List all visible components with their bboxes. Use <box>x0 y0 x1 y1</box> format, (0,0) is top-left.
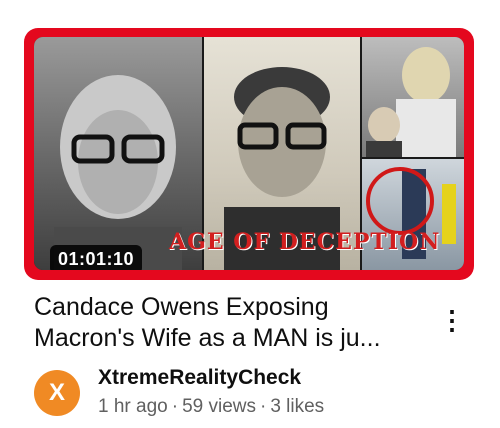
thumbnail-overlay-text: AGE OF DECEPTION <box>169 229 441 255</box>
channel-name[interactable]: XtremeRealityCheck <box>98 366 301 390</box>
like-count: 3 likes <box>270 396 325 417</box>
upload-age: 1 hr ago <box>98 396 168 417</box>
meta-separator: · <box>171 396 179 417</box>
video-metadata: 1 hr ago · 59 views · 3 likes <box>98 396 324 418</box>
view-count: 59 views <box>182 396 256 417</box>
thumbnail-image: AGE OF DECEPTION 01:01:10 <box>34 37 464 270</box>
meta-separator: · <box>259 396 267 417</box>
duration-badge: 01:01:10 <box>50 245 143 270</box>
thumbnail-photo-right-top <box>362 37 464 157</box>
channel-avatar[interactable]: X <box>34 370 80 416</box>
portrait-silhouette-right-top <box>366 47 456 157</box>
more-vertical-icon[interactable]: ⋮ <box>439 300 465 340</box>
video-thumbnail[interactable]: AGE OF DECEPTION 01:01:10 <box>24 28 474 280</box>
video-title[interactable]: Candace Owens Exposing Macron's Wife as … <box>34 292 424 354</box>
